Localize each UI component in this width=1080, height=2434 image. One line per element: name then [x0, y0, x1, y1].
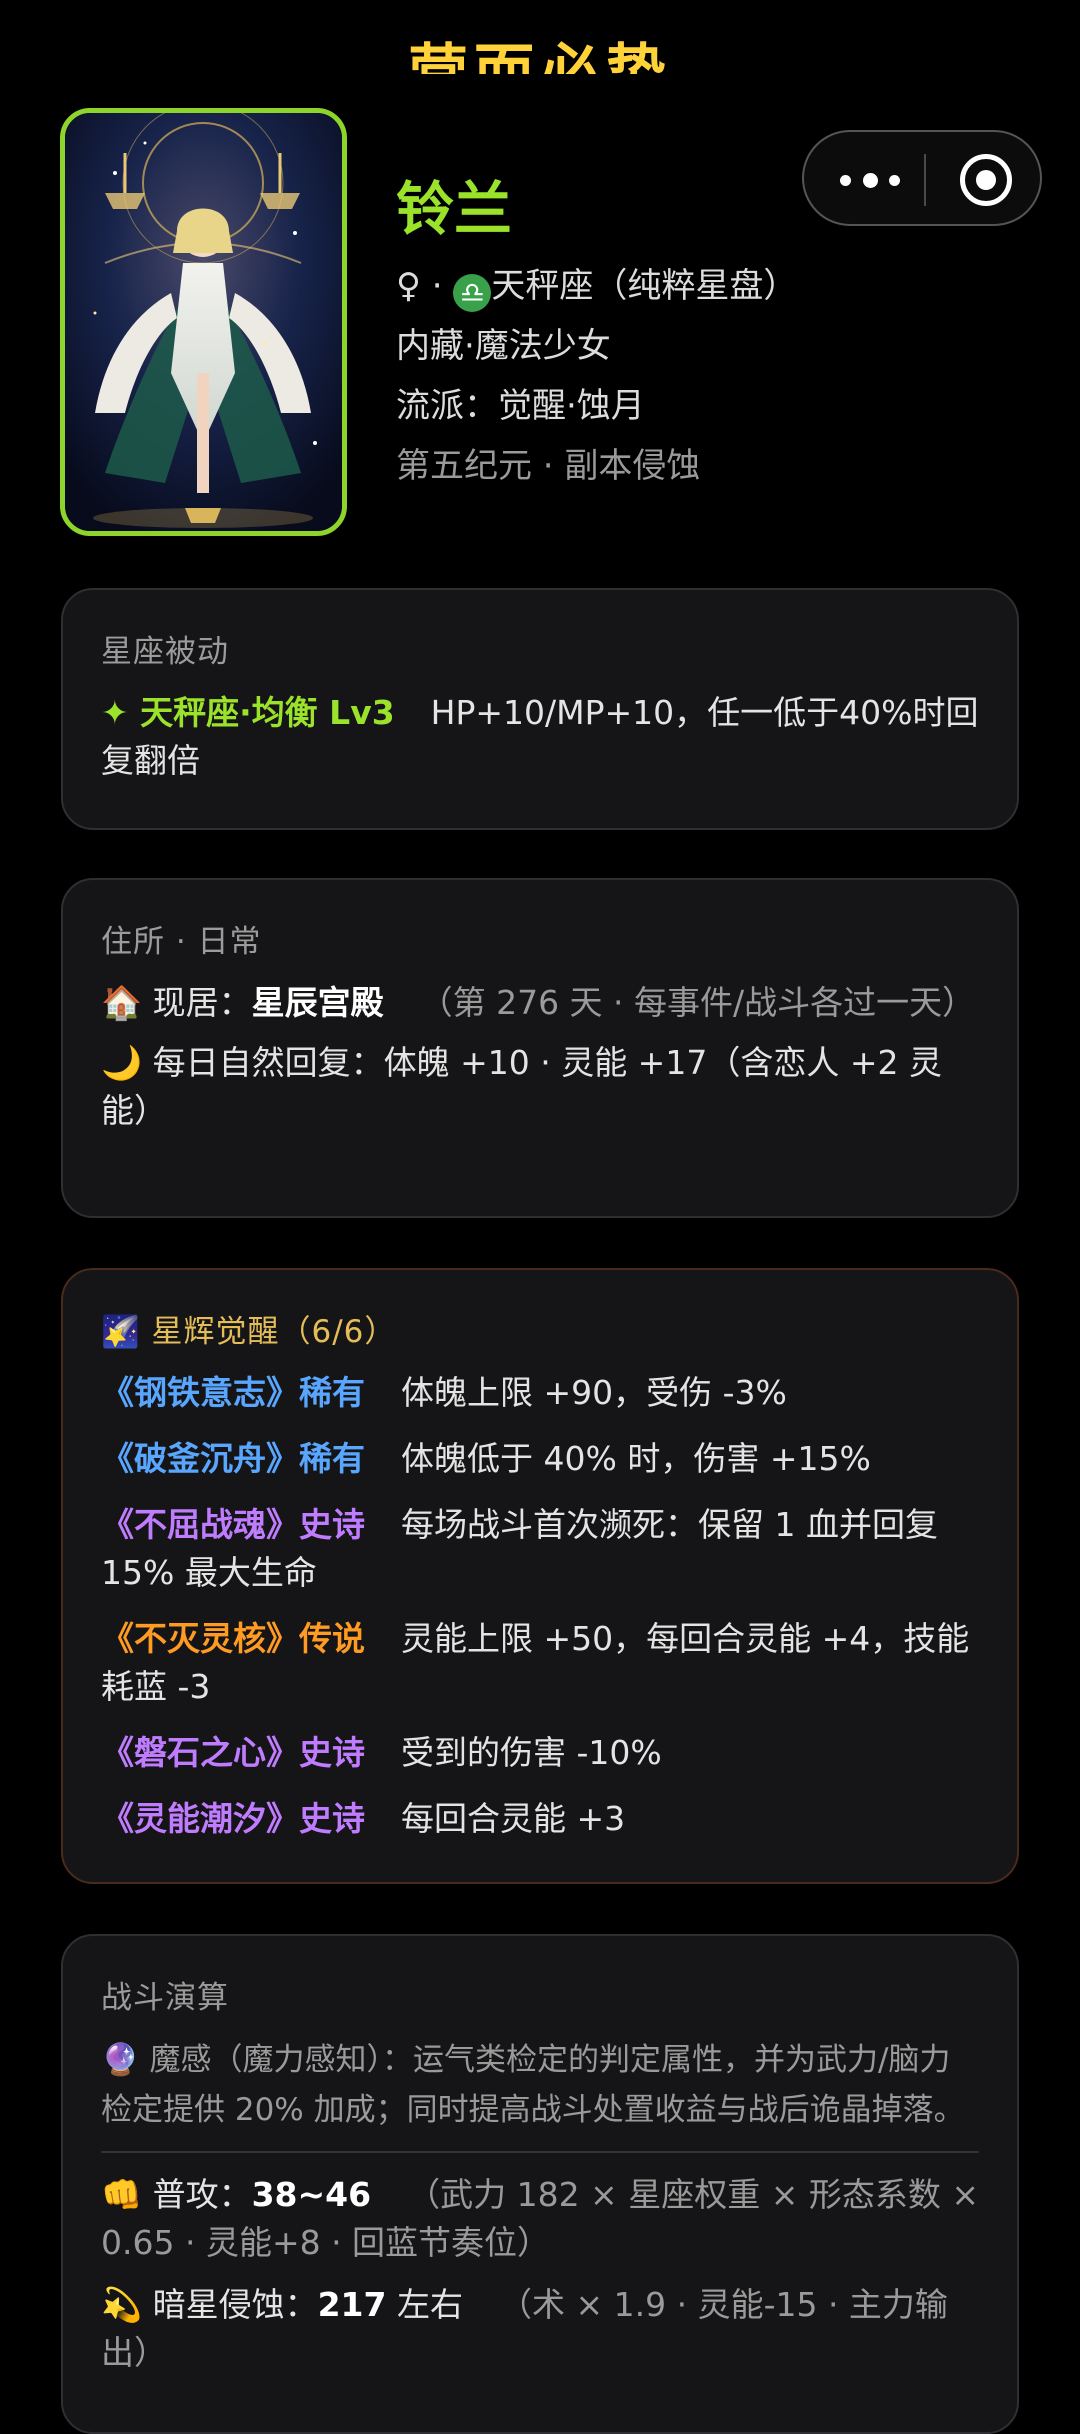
gender-symbol: ♀ · — [396, 266, 443, 306]
libra-icon: ♎ — [453, 274, 492, 312]
combat-divider — [101, 2151, 979, 2153]
dizzy-star-icon: 💫 — [101, 2285, 143, 2324]
residence-home: 🏠 现居：星辰宫殿 （第 276 天 · 每事件/战斗各过一天） — [101, 979, 979, 1027]
residence-title: 住所 · 日常 — [101, 924, 262, 960]
awakening-title-text: 星辉觉醒（6/6） — [151, 1314, 397, 1350]
awakening-item: 《不灭灵核》传说 灵能上限 +50，每回合灵能 +4，技能耗蓝 -3 — [101, 1615, 979, 1711]
page-banner: 营而必势 — [408, 38, 672, 74]
awakening-item-name: 《磐石之心》史诗 — [101, 1733, 365, 1772]
awakening-item-name: 《破釜沉舟》稀有 — [101, 1439, 365, 1478]
awakening-item-desc: 每回合灵能 +3 — [401, 1799, 626, 1838]
home-name: 星辰宫殿 — [251, 983, 384, 1022]
awakening-item-desc: 体魄上限 +90，受伤 -3% — [401, 1373, 787, 1412]
miniprogram-capsule — [802, 130, 1042, 226]
passive-skill-name: ✦ 天秤座·均衡 Lv3 — [101, 693, 395, 732]
awakening-item: 《破釜沉舟》稀有 体魄低于 40% 时，伤害 +15% — [101, 1435, 979, 1483]
attack-value: 38~46 — [251, 2175, 372, 2214]
basic-attack: 👊 普攻：38~46 （武力 182 × 星座权重 × 形态系数 × 0.65 ·… — [101, 2171, 979, 2267]
skill-value: 217 — [317, 2285, 387, 2324]
combat-card: 战斗演算 🔮 魔感（魔力感知）：运气类检定的判定属性，并为武力/脑力检定提供 2… — [61, 1934, 1019, 2434]
awakening-item-desc: 体魄低于 40% 时，伤害 +15% — [401, 1439, 871, 1478]
character-portrait[interactable] — [60, 108, 347, 536]
residence-card: 住所 · 日常 🏠 现居：星辰宫殿 （第 276 天 · 每事件/战斗各过一天） … — [61, 878, 1019, 1218]
awakening-item-name: 《不屈战魂》史诗 — [101, 1505, 365, 1544]
more-options-icon[interactable] — [840, 162, 900, 198]
skill-suffix: 左右 — [386, 2285, 463, 2324]
magic-sense-text: 魔感（魔力感知）：运气类检定的判定属性，并为武力/脑力检定提供 20% 加成；同… — [101, 2042, 965, 2128]
passive-skill: ✦ 天秤座·均衡 Lv3 HP+10/MP+10，任一低于40%时回复翻倍 — [101, 689, 979, 785]
close-miniprogram-icon[interactable] — [960, 154, 1012, 206]
fist-icon: 👊 — [101, 2175, 143, 2214]
awakening-item: 《磐石之心》史诗 受到的伤害 -10% — [101, 1729, 979, 1777]
shooting-star-icon: 🌠 — [101, 1314, 141, 1350]
zodiac-text: 天秤座（纯粹星盘） — [491, 266, 798, 306]
awakening-item: 《不屈战魂》史诗 每场战斗首次濒死：保留 1 血并回复 15% 最大生命 — [101, 1501, 979, 1597]
awakening-item-name: 《钢铁意志》稀有 — [101, 1373, 365, 1412]
home-label: 现居： — [152, 983, 252, 1022]
character-era: 第五纪元 · 副本侵蚀 — [396, 446, 701, 486]
zodiac-line: ♀ · ♎ 天秤座（纯粹星盘） — [396, 258, 797, 312]
character-name: 铃兰 — [396, 175, 513, 243]
awakening-item-name: 《不灭灵核》传说 — [101, 1619, 365, 1658]
home-icon: 🏠 — [101, 983, 143, 1022]
awakening-card: 🌠 星辉觉醒（6/6） 《钢铁意志》稀有 体魄上限 +90，受伤 -3% 《破釜沉… — [61, 1268, 1019, 1884]
awakening-item: 《灵能潮汐》史诗 每回合灵能 +3 — [101, 1795, 979, 1843]
awakening-item-desc: 受到的伤害 -10% — [401, 1733, 662, 1772]
magic-sense: 🔮 魔感（魔力感知）：运气类检定的判定属性，并为武力/脑力检定提供 20% 加成… — [101, 2035, 979, 2135]
daily-recovery: 每日自然回复：体魄 +10 · 灵能 +17（含恋人 +2 灵能） — [101, 1043, 942, 1130]
home-note: （第 276 天 · 每事件/战斗各过一天） — [419, 983, 976, 1022]
attack-label: 普攻： — [152, 2175, 252, 2214]
residence-daily: 🌙 每日自然回复：体魄 +10 · 灵能 +17（含恋人 +2 灵能） — [101, 1039, 979, 1135]
passive-card: 星座被动 ✦ 天秤座·均衡 Lv3 HP+10/MP+10，任一低于40%时回复翻… — [61, 588, 1019, 830]
portrait-illustration — [65, 113, 342, 531]
awakening-item-name: 《灵能潮汐》史诗 — [101, 1799, 365, 1838]
character-school: 流派：觉醒·蚀月 — [396, 386, 645, 426]
passive-title: 星座被动 — [101, 634, 229, 670]
skill-label: 暗星侵蚀： — [152, 2285, 318, 2324]
crystal-ball-icon: 🔮 — [101, 2042, 140, 2078]
dark-star-skill: 💫 暗星侵蚀：217 左右 （术 × 1.9 · 灵能-15 · 主力输出） — [101, 2281, 979, 2377]
moon-icon: 🌙 — [101, 1043, 143, 1082]
awakening-item: 《钢铁意志》稀有 体魄上限 +90，受伤 -3% — [101, 1369, 979, 1417]
character-class: 内藏·魔法少女 — [396, 326, 611, 366]
awakening-title: 🌠 星辉觉醒（6/6） — [101, 1306, 979, 1351]
capsule-divider — [924, 154, 926, 206]
combat-title: 战斗演算 — [101, 1980, 229, 2016]
